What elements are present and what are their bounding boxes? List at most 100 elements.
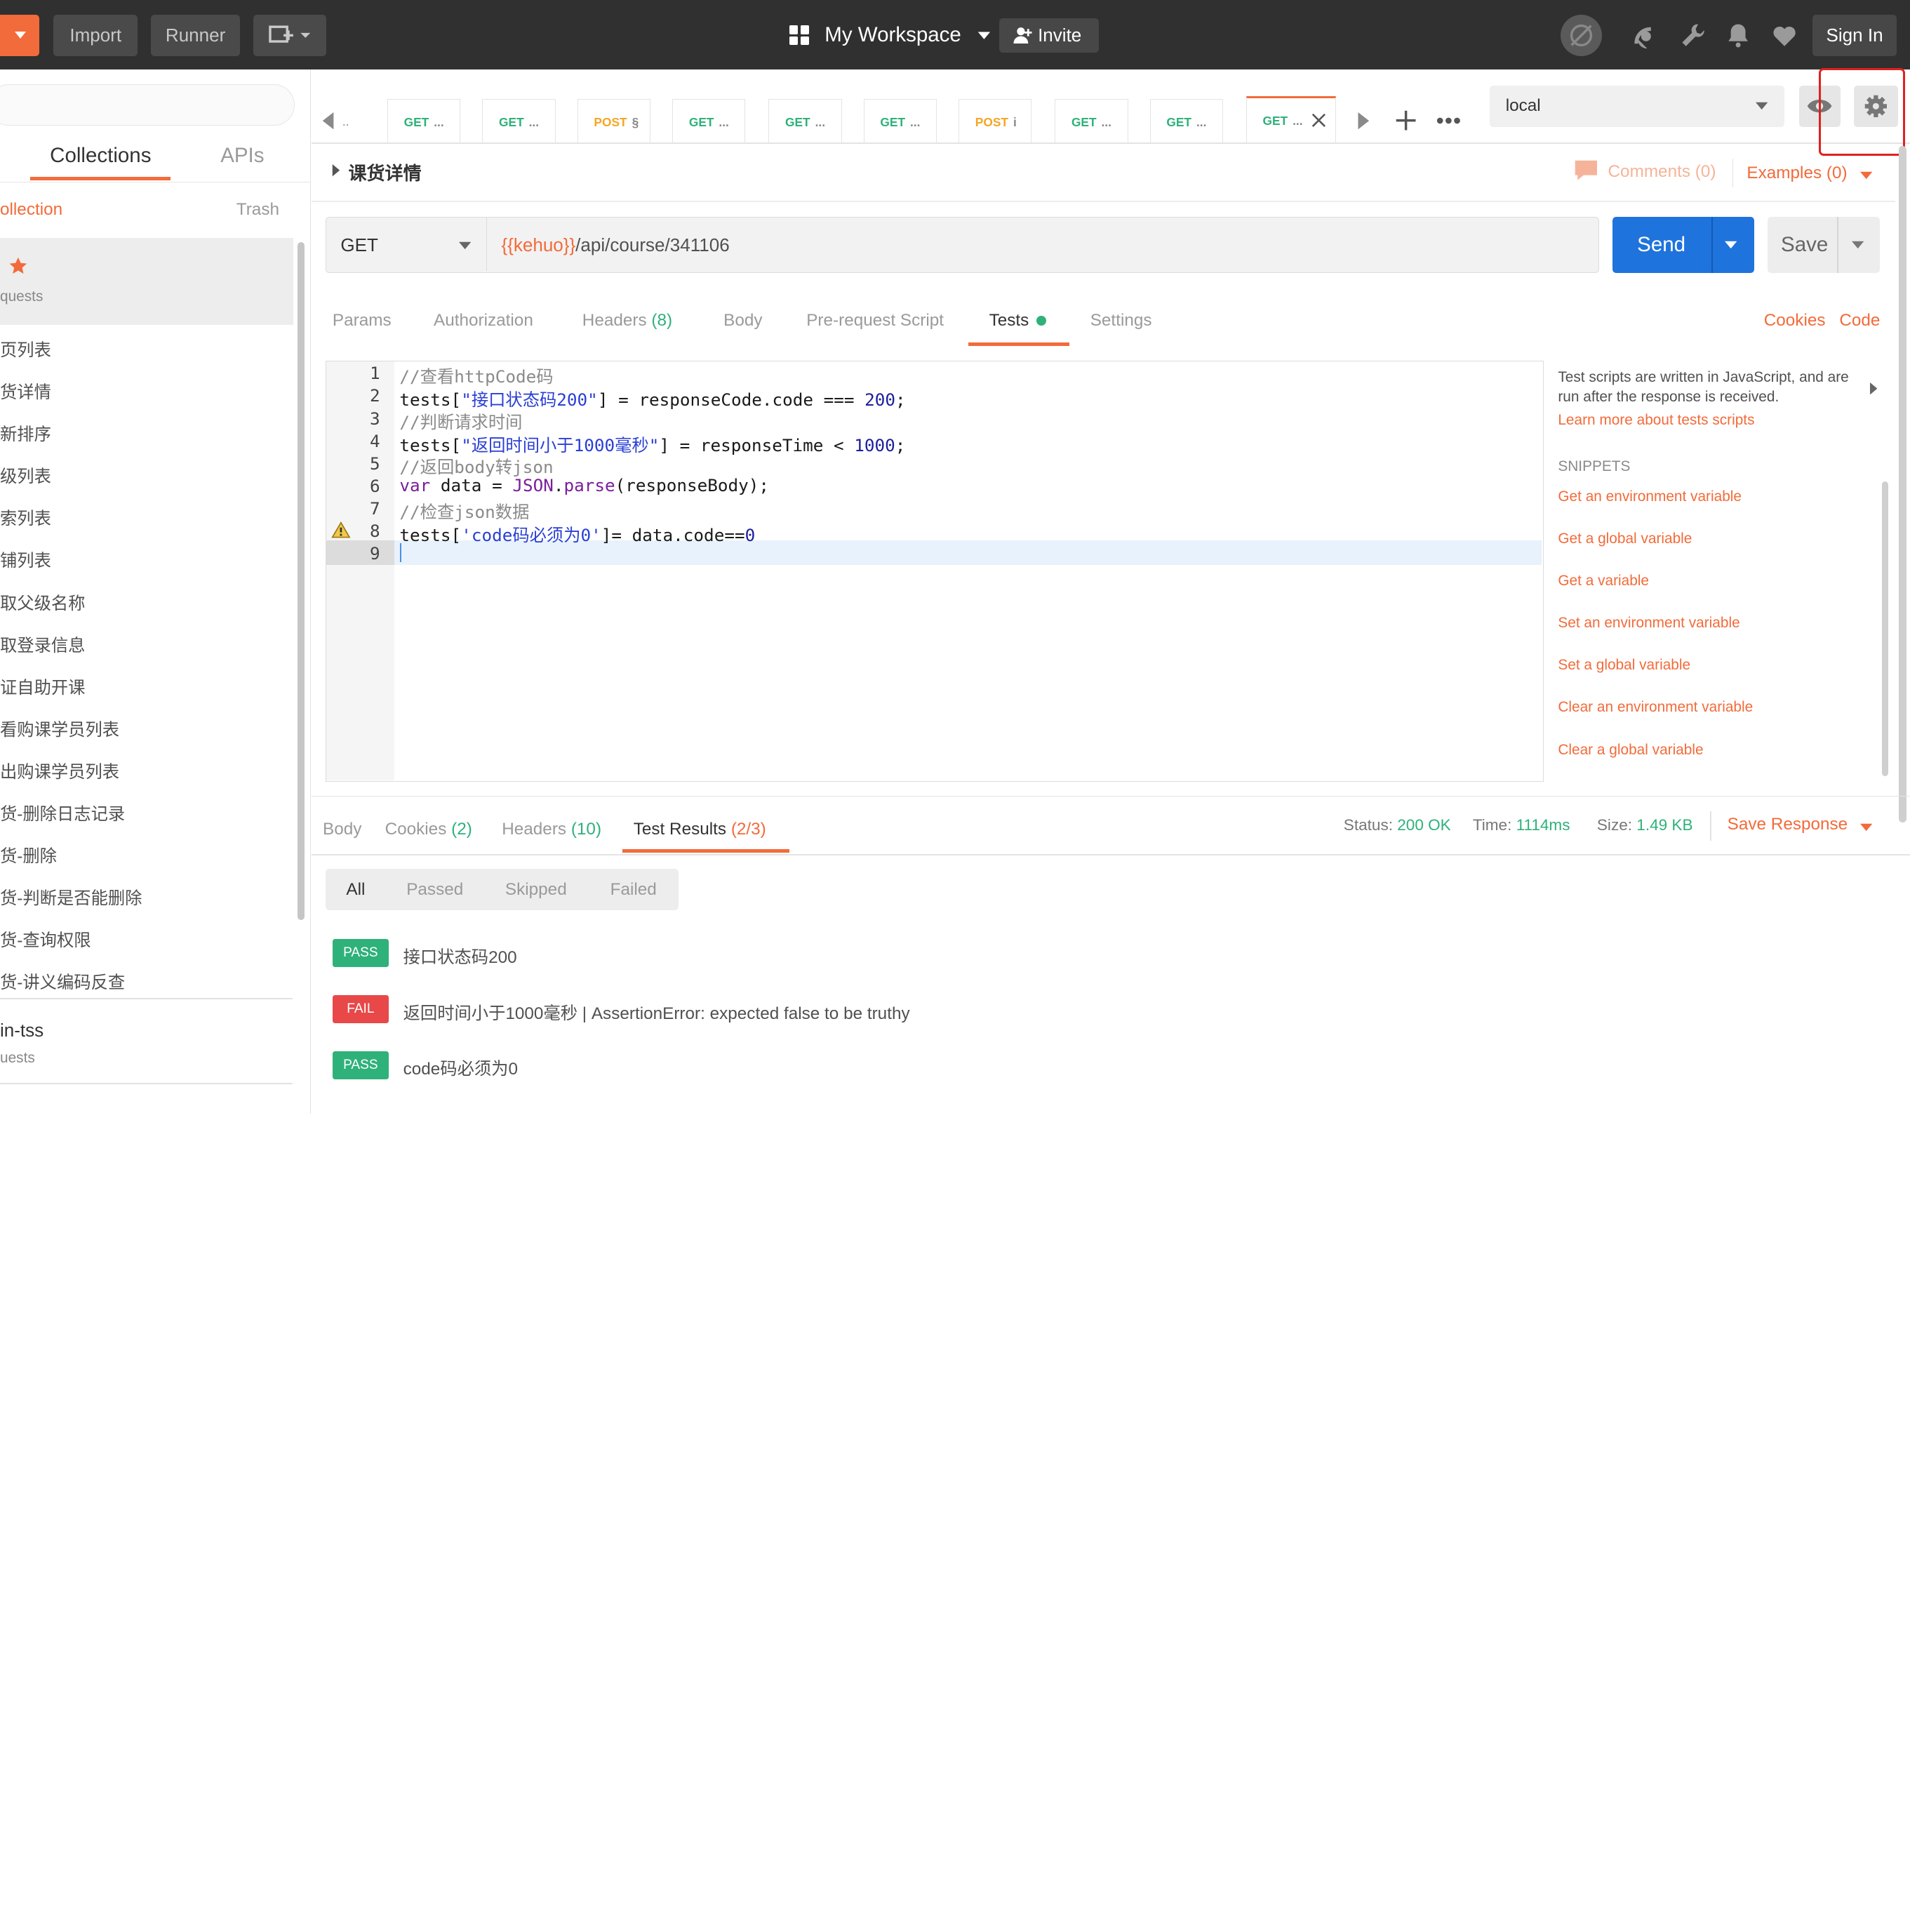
collection-title[interactable]: in-tss	[0, 1020, 44, 1041]
snippets-scrollbar[interactable]	[1882, 481, 1888, 776]
sidebar-request-item[interactable]: 货详情	[0, 378, 51, 403]
request-tab[interactable]: POST i	[959, 98, 1032, 143]
tab-scroll-left-icon[interactable]	[321, 112, 336, 129]
invite-button[interactable]: Invite	[999, 18, 1099, 53]
send-button[interactable]: Send	[1612, 217, 1754, 273]
tab-pre-request-script[interactable]: Pre-request Script	[806, 311, 944, 331]
snippet-link[interactable]: Clear an environment variable	[1558, 699, 1753, 716]
request-tab[interactable]: GET...	[482, 98, 556, 143]
favorites-collection[interactable]: quests	[0, 237, 294, 326]
bell-icon[interactable]	[1725, 22, 1751, 48]
sidebar-search-input[interactable]	[0, 84, 295, 126]
workspace-switcher[interactable]: My Workspace	[789, 17, 991, 53]
save-button[interactable]: Save	[1767, 217, 1880, 273]
heart-icon[interactable]	[1771, 22, 1798, 48]
sidebar-request-item[interactable]: 货-查询权限	[0, 926, 91, 951]
new-dropdown-button[interactable]	[0, 14, 39, 56]
snippet-link[interactable]: Get an environment variable	[1558, 488, 1742, 505]
tab-method: GET	[1071, 114, 1097, 129]
save-response-button[interactable]: Save Response	[1728, 815, 1848, 834]
request-tab[interactable]: GET...	[1149, 98, 1223, 143]
code-token: ]= data.code==	[601, 525, 745, 545]
tab-authorization[interactable]: Authorization	[434, 311, 533, 331]
tab-tests[interactable]: Tests	[989, 311, 1046, 331]
sidebar-scrollbar[interactable]	[297, 242, 305, 920]
tab-collections[interactable]: Collections	[50, 144, 151, 168]
tab-headers[interactable]: Headers (8)	[582, 311, 672, 331]
response-tab-test-results[interactable]: Test Results (2/3)	[634, 820, 766, 839]
runner-button[interactable]: Runner	[151, 14, 240, 56]
environment-select[interactable]: local	[1490, 85, 1785, 127]
plus-icon[interactable]	[1395, 109, 1417, 131]
response-tab-headers-count: (10)	[570, 820, 602, 839]
cookies-link[interactable]: Cookies	[1764, 311, 1826, 331]
more-icon[interactable]	[1436, 116, 1461, 126]
sidebar-request-item[interactable]: 证自助开课	[0, 674, 85, 698]
comments-link[interactable]: Comments (0)	[1608, 162, 1716, 182]
response-tab-headers[interactable]: Headers (10)	[502, 820, 601, 839]
sidebar-request-item[interactable]: 铺列表	[0, 547, 51, 571]
learn-more-link[interactable]: Learn more about tests scripts	[1558, 412, 1754, 429]
snippet-link[interactable]: Get a variable	[1558, 573, 1649, 589]
sidebar-request-item[interactable]: 出购课学员列表	[0, 758, 119, 782]
request-tab[interactable]: GET...	[387, 98, 461, 143]
chevron-down-icon[interactable]	[1725, 240, 1737, 250]
tab-overflow-label[interactable]: ..	[342, 114, 349, 129]
caret-right-icon[interactable]	[1869, 382, 1878, 395]
sidebar-request-item[interactable]: 索列表	[0, 505, 51, 529]
result-status-badge: PASS	[332, 939, 389, 968]
filter-skipped[interactable]: Skipped	[496, 869, 577, 910]
sidebar-request-item[interactable]: 货-删除	[0, 842, 57, 867]
tab-settings[interactable]: Settings	[1090, 311, 1152, 331]
main-scrollbar[interactable]	[1899, 146, 1906, 822]
request-tab[interactable]: POST §	[577, 98, 651, 143]
caret-right-icon[interactable]	[331, 164, 341, 177]
wrench-icon[interactable]	[1680, 22, 1707, 48]
sidebar-request-item[interactable]: 货-讲义编码反查	[0, 968, 125, 993]
url-input[interactable]: {{kehuo}}/api/course/341106	[501, 234, 729, 256]
import-button[interactable]: Import	[53, 14, 138, 56]
request-name[interactable]: 课货详情	[348, 159, 421, 185]
sidebar-request-item[interactable]: 页列表	[0, 336, 51, 361]
tab-active[interactable]: GET...	[1245, 96, 1337, 143]
sidebar-request-item[interactable]: 取父级名称	[0, 589, 85, 614]
sidebar-request-item[interactable]: 级列表	[0, 462, 51, 487]
sidebar-request-item[interactable]: 取登录信息	[0, 632, 85, 656]
filter-all[interactable]: All	[326, 869, 387, 910]
examples-link[interactable]: Examples (0)	[1747, 164, 1847, 183]
tab-apis[interactable]: APIs	[220, 144, 264, 168]
code-link[interactable]: Code	[1839, 311, 1880, 331]
sync-off-icon[interactable]	[1560, 14, 1602, 56]
new-collection-link[interactable]: ollection	[0, 200, 62, 220]
request-tab[interactable]: GET...	[672, 98, 746, 143]
trash-link[interactable]: Trash	[236, 200, 279, 220]
method-select[interactable]: GET	[326, 218, 487, 272]
filter-failed[interactable]: Failed	[598, 869, 669, 910]
sidebar-request-item[interactable]: 看购课学员列表	[0, 716, 119, 740]
snippet-link[interactable]: Set an environment variable	[1558, 615, 1739, 632]
tab-method: POST	[975, 114, 1009, 129]
chevron-down-icon[interactable]	[1851, 240, 1864, 250]
chevron-down-icon[interactable]	[1859, 822, 1873, 832]
code-keyword: JSON	[512, 475, 554, 496]
snippet-link[interactable]: Set a global variable	[1558, 657, 1690, 674]
warning-icon[interactable]	[331, 521, 351, 538]
request-tab[interactable]: GET...	[768, 98, 842, 143]
tab-scroll-right-icon[interactable]	[1356, 112, 1370, 129]
response-tab-body[interactable]: Body	[323, 820, 361, 839]
close-icon[interactable]	[1311, 113, 1326, 128]
sidebar-request-item[interactable]: 货-判断是否能删除	[0, 884, 142, 909]
satellite-icon[interactable]	[1631, 22, 1658, 49]
sign-in-button[interactable]: Sign In	[1812, 14, 1897, 56]
tab-body[interactable]: Body	[723, 311, 762, 331]
snippet-link[interactable]: Get a global variable	[1558, 531, 1692, 547]
response-tab-cookies[interactable]: Cookies (2)	[385, 820, 472, 839]
filter-passed[interactable]: Passed	[399, 869, 472, 910]
new-window-button[interactable]	[253, 14, 327, 56]
request-tab[interactable]: GET...	[863, 98, 937, 143]
sidebar-request-item[interactable]: 货-删除日志记录	[0, 800, 125, 825]
snippet-link[interactable]: Clear a global variable	[1558, 742, 1703, 759]
tab-params[interactable]: Params	[333, 311, 392, 331]
request-tab[interactable]: GET...	[1055, 98, 1128, 143]
sidebar-request-item[interactable]: 新排序	[0, 420, 51, 445]
